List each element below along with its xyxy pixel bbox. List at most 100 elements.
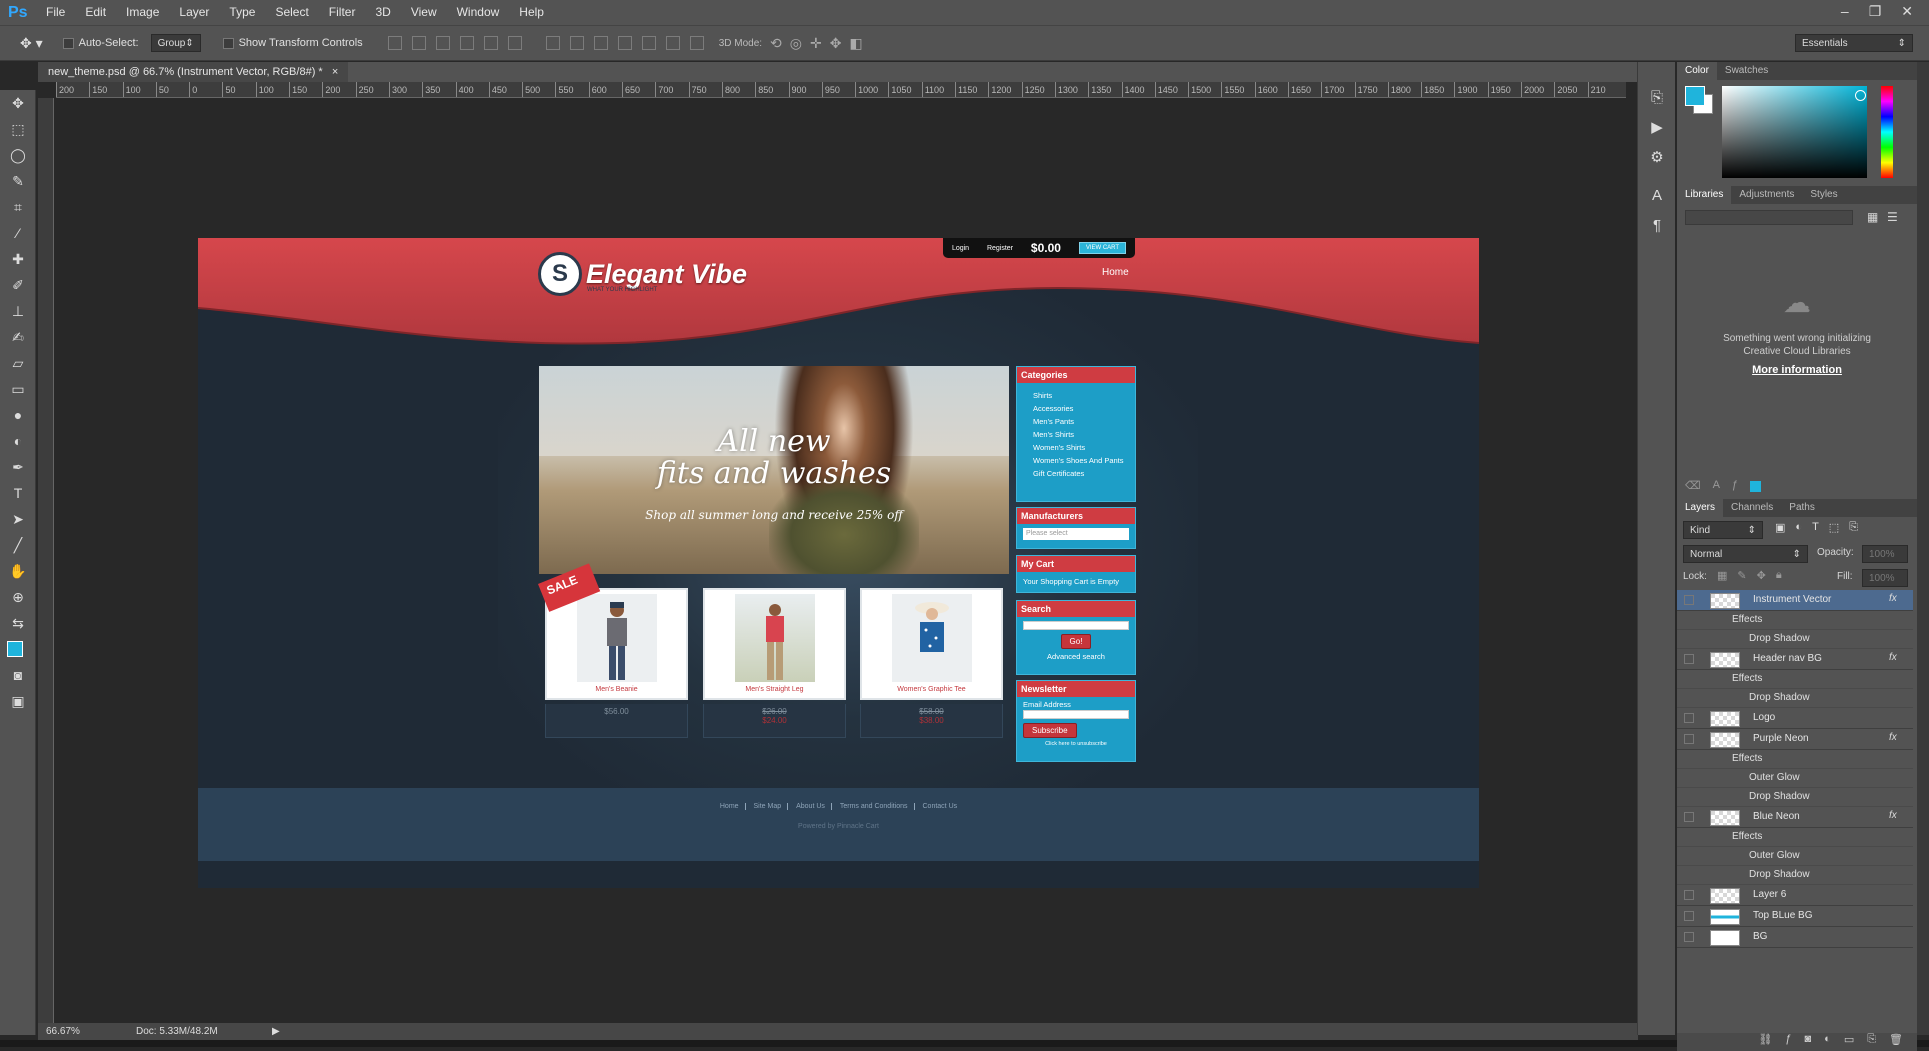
visibility-toggle[interactable]: [1684, 654, 1694, 664]
auto-select-dropdown[interactable]: Group ⇕: [150, 34, 201, 52]
visibility-toggle[interactable]: [1684, 932, 1694, 942]
minimize-button[interactable]: –: [1841, 0, 1849, 22]
menu-window[interactable]: Window: [447, 0, 510, 25]
effects-row[interactable]: Effects: [1677, 828, 1913, 847]
layer-row[interactable]: Purple Neon fx: [1677, 729, 1913, 750]
roll-3d-icon[interactable]: ◎: [790, 35, 802, 52]
align-top-icon[interactable]: [387, 36, 402, 50]
marquee-tool-icon[interactable]: ⬚: [0, 116, 36, 142]
effects-row[interactable]: Effects: [1677, 750, 1913, 769]
visibility-toggle[interactable]: [1684, 812, 1694, 822]
product-name[interactable]: Men's Straight Leg: [705, 686, 844, 693]
filter-pixel-icon[interactable]: ▣: [1775, 521, 1785, 534]
footer-link[interactable]: Terms and Conditions: [833, 803, 915, 810]
view-cart-button[interactable]: VIEW CART: [1078, 242, 1127, 254]
eraser-tool-icon[interactable]: ▱: [0, 350, 36, 376]
slide-3d-icon[interactable]: ✥: [830, 35, 842, 52]
layer-row[interactable]: BG: [1677, 927, 1913, 948]
auto-align-icon[interactable]: [689, 36, 704, 50]
clone-stamp-tool-icon[interactable]: ⊥: [0, 298, 36, 324]
add-graphic-icon[interactable]: ⌫: [1685, 479, 1701, 492]
lock-all-icon[interactable]: 🔒︎: [1776, 569, 1782, 582]
paragraph-panel-icon[interactable]: ¶: [1638, 210, 1676, 240]
layer-row[interactable]: Top BLue BG: [1677, 906, 1913, 927]
fx-icon[interactable]: fx: [1889, 593, 1897, 604]
default-colors-icon[interactable]: ⇆: [0, 610, 36, 636]
distribute-vcenter-icon[interactable]: [569, 36, 584, 50]
effects-row[interactable]: Effects: [1677, 611, 1913, 630]
tab-color[interactable]: Color: [1677, 62, 1717, 80]
effects-row[interactable]: Effects: [1677, 670, 1913, 689]
footer-link[interactable]: Site Map: [747, 803, 789, 810]
zoom-level[interactable]: 66.67%: [46, 1026, 126, 1037]
tab-styles[interactable]: Styles: [1802, 186, 1845, 204]
lock-position-icon[interactable]: ✥: [1757, 569, 1766, 582]
product-card[interactable]: Men's Straight Leg: [703, 588, 846, 700]
category-link[interactable]: Men's Pants: [1017, 415, 1135, 428]
history-panel-icon[interactable]: ⎘: [1638, 82, 1676, 112]
brush-tool-icon[interactable]: ✐: [0, 272, 36, 298]
dodge-tool-icon[interactable]: ◐: [0, 428, 36, 454]
tab-adjustments[interactable]: Adjustments: [1731, 186, 1802, 204]
layer-row[interactable]: Layer 6: [1677, 885, 1913, 906]
link-layers-icon[interactable]: ⛓: [1758, 1033, 1772, 1051]
add-mask-icon[interactable]: ◙: [1805, 1033, 1812, 1051]
layer-filter-dropdown[interactable]: Kind ⇕: [1683, 521, 1763, 539]
workspace-dropdown[interactable]: Essentials ⇕: [1795, 34, 1913, 52]
menu-3d[interactable]: 3D: [365, 0, 400, 25]
website-mockup[interactable]: S Elegant Vibe WHAT YOUR HIGHLIGHT Login…: [198, 238, 1479, 888]
orbit-3d-icon[interactable]: ⟲: [770, 35, 782, 52]
layer-row[interactable]: Instrument Vector fx: [1677, 590, 1913, 611]
menu-type[interactable]: Type: [219, 0, 265, 25]
tab-channels[interactable]: Channels: [1723, 499, 1781, 517]
zoom-tool-icon[interactable]: ⊕: [0, 584, 36, 610]
quick-select-tool-icon[interactable]: ✎: [0, 168, 36, 194]
category-link[interactable]: Men's Shirts: [1017, 428, 1135, 441]
close-button[interactable]: ✕: [1901, 0, 1913, 22]
product-card[interactable]: Women's Graphic Tee: [860, 588, 1003, 700]
actions-panel-icon[interactable]: ▶: [1638, 112, 1676, 142]
status-menu-arrow-icon[interactable]: ▶: [272, 1026, 280, 1037]
quick-mask-icon[interactable]: ◙: [0, 662, 36, 688]
list-view-icon[interactable]: ☰: [1887, 210, 1898, 224]
new-group-icon[interactable]: ▭: [1844, 1033, 1854, 1051]
distribute-right-icon[interactable]: [665, 36, 680, 50]
add-text-icon[interactable]: A: [1713, 479, 1720, 492]
history-brush-tool-icon[interactable]: ✍: [0, 324, 36, 350]
advanced-search-link[interactable]: Advanced search: [1017, 652, 1135, 661]
align-right-icon[interactable]: [507, 36, 522, 50]
visibility-toggle[interactable]: [1684, 890, 1694, 900]
product-name[interactable]: Women's Graphic Tee: [862, 686, 1001, 693]
category-link[interactable]: Gift Certificates: [1017, 467, 1135, 480]
effect-row[interactable]: Outer Glow: [1677, 847, 1913, 866]
screen-mode-icon[interactable]: ▣: [0, 688, 36, 714]
distribute-left-icon[interactable]: [617, 36, 632, 50]
category-link[interactable]: Accessories: [1017, 402, 1135, 415]
color-swatches-icon[interactable]: [0, 636, 36, 662]
move-tool-icon[interactable]: ✥: [0, 90, 36, 116]
healing-brush-tool-icon[interactable]: ✚: [0, 246, 36, 272]
align-vcenter-icon[interactable]: [411, 36, 426, 50]
auto-select-checkbox[interactable]: Auto-Select:: [62, 37, 139, 49]
line-tool-icon[interactable]: ╱: [0, 532, 36, 558]
visibility-toggle[interactable]: [1684, 911, 1694, 921]
menu-file[interactable]: File: [36, 0, 75, 25]
nav-home-link[interactable]: Home: [1102, 267, 1129, 278]
layer-row[interactable]: Header nav BG fx: [1677, 649, 1913, 670]
visibility-toggle[interactable]: [1684, 595, 1694, 605]
restore-button[interactable]: ❐: [1869, 0, 1882, 22]
layer-row[interactable]: Blue Neon fx: [1677, 807, 1913, 828]
filter-smart-icon[interactable]: ⎘: [1849, 521, 1858, 534]
align-left-icon[interactable]: [459, 36, 474, 50]
newsletter-email-input[interactable]: [1023, 710, 1129, 719]
layer-row[interactable]: Logo: [1677, 708, 1913, 729]
product-name[interactable]: Men's Beanie: [547, 686, 686, 693]
add-color-icon[interactable]: [1750, 481, 1762, 492]
crop-tool-icon[interactable]: ⌗: [0, 194, 36, 220]
new-adjustment-icon[interactable]: ◐: [1824, 1033, 1831, 1051]
path-select-tool-icon[interactable]: ➤: [0, 506, 36, 532]
effect-row[interactable]: Drop Shadow: [1677, 788, 1913, 807]
effect-row[interactable]: Outer Glow: [1677, 769, 1913, 788]
login-link[interactable]: Login: [952, 245, 969, 252]
grid-view-icon[interactable]: ▦: [1867, 210, 1878, 224]
